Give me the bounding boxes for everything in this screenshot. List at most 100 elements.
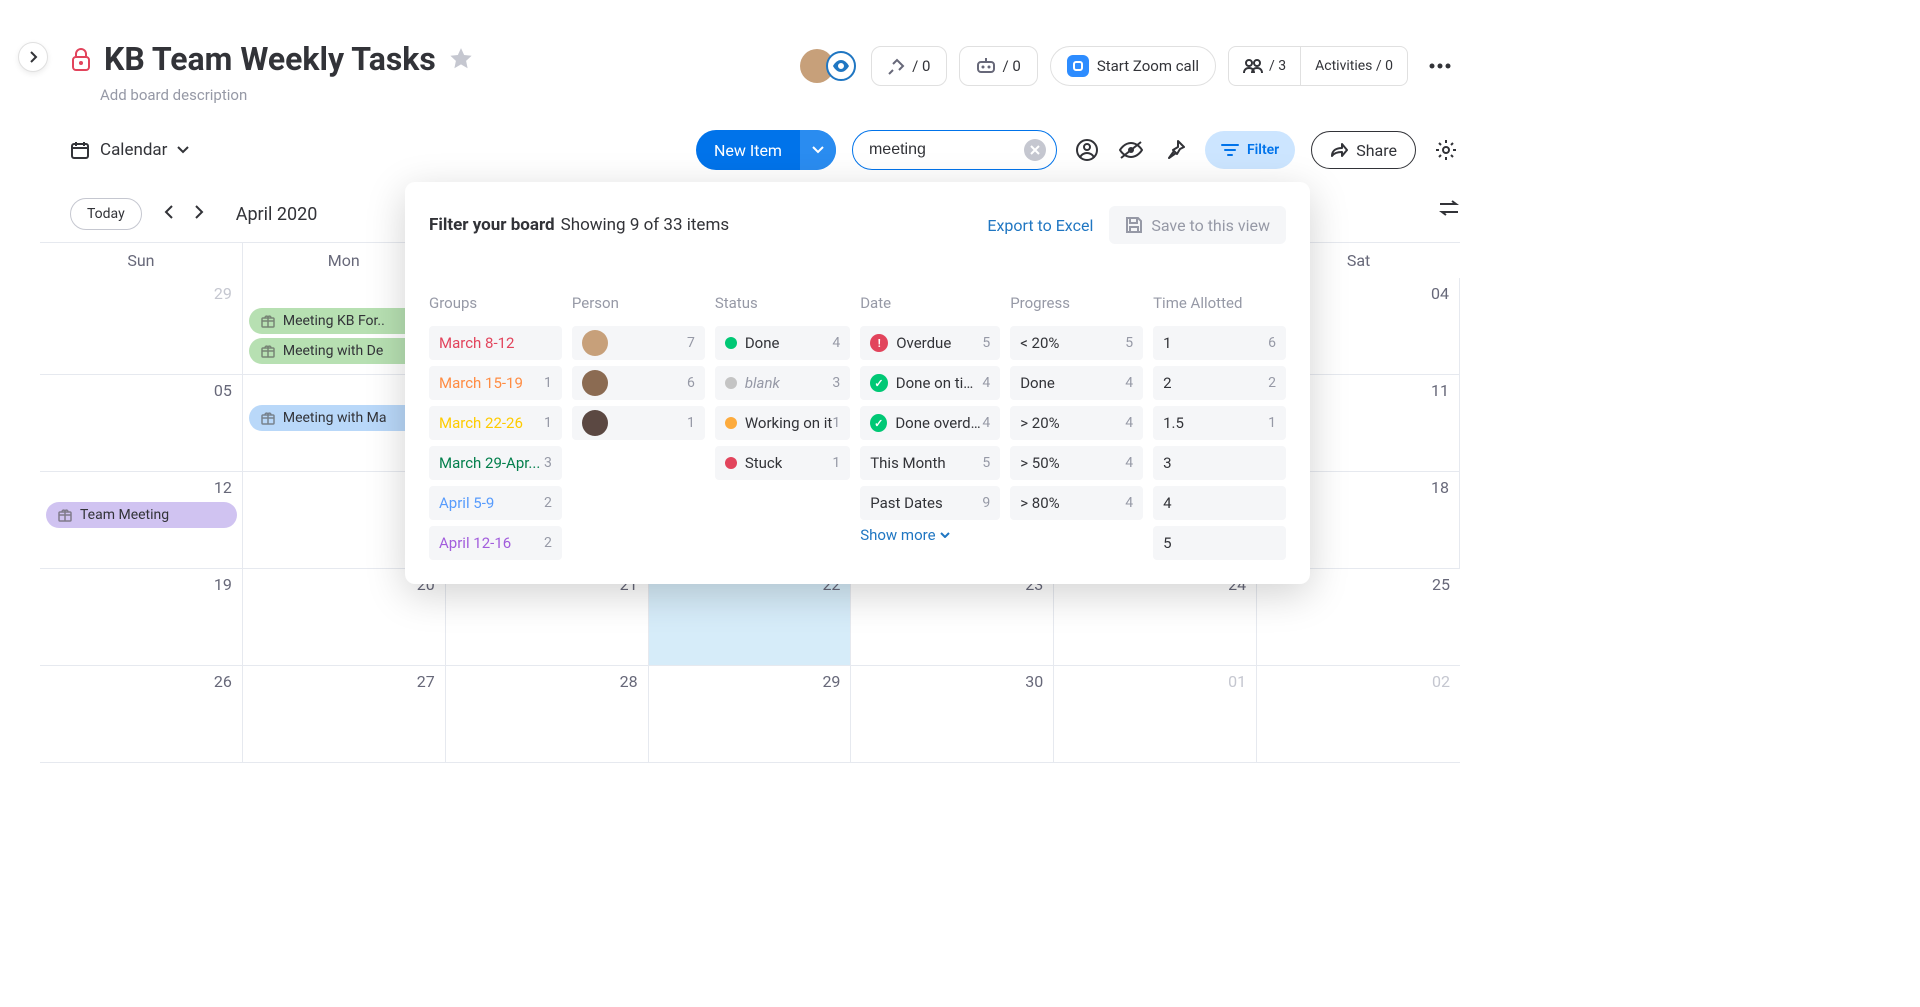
- new-item-dropdown[interactable]: [800, 130, 836, 170]
- calendar-cell[interactable]: 01: [1054, 666, 1257, 763]
- lock-icon: [70, 46, 92, 72]
- filter-icon: [1221, 143, 1239, 157]
- filter-column-person: Person 7 6 1: [572, 294, 705, 446]
- person-circle-icon: [1075, 138, 1099, 162]
- filter-chip[interactable]: ✓Done on time4: [860, 366, 1000, 400]
- filter-chip[interactable]: 16: [1153, 326, 1286, 360]
- calendar-event[interactable]: Team Meeting: [46, 502, 237, 528]
- calendar-cell[interactable]: 29: [40, 278, 243, 375]
- filter-chip[interactable]: April 12-162: [429, 526, 562, 560]
- event-label: Meeting KB For..: [283, 313, 385, 329]
- save-to-view-label: Save to this view: [1151, 216, 1270, 235]
- calendar-cell[interactable]: 05: [40, 375, 243, 472]
- status-dot-icon: [725, 417, 737, 429]
- calendar-cell[interactable]: 30: [851, 666, 1054, 763]
- star-icon[interactable]: [448, 46, 474, 72]
- filter-chip[interactable]: > 80%4: [1010, 486, 1143, 520]
- filter-chip[interactable]: March 29-Apr...3: [429, 446, 562, 480]
- expand-left-panel-button[interactable]: [18, 42, 48, 72]
- filter-column-header: Status: [715, 294, 850, 312]
- export-to-excel-button[interactable]: Export to Excel: [987, 216, 1093, 235]
- filter-chip[interactable]: 3: [1153, 446, 1286, 480]
- filter-chip[interactable]: Done4: [1010, 366, 1143, 400]
- new-item-button[interactable]: New Item: [696, 130, 836, 170]
- event-icon: [261, 314, 275, 328]
- filter-chip[interactable]: 6: [572, 366, 705, 400]
- calendar-cell[interactable]: 19: [40, 569, 243, 666]
- filter-chip[interactable]: ✓Done overdue4: [860, 406, 1000, 440]
- calendar-cell[interactable]: 02: [1257, 666, 1460, 763]
- search-field[interactable]: [852, 130, 1057, 170]
- filter-chip[interactable]: Done4: [715, 326, 850, 360]
- filter-chip[interactable]: < 20%5: [1010, 326, 1143, 360]
- event-label: Team Meeting: [80, 507, 169, 523]
- filter-chip[interactable]: March 22-261: [429, 406, 562, 440]
- filter-chip[interactable]: March 15-191: [429, 366, 562, 400]
- integrations-1-button[interactable]: / 0: [871, 46, 947, 86]
- filter-chip[interactable]: > 50%4: [1010, 446, 1143, 480]
- filter-chip[interactable]: April 5-92: [429, 486, 562, 520]
- next-month-button[interactable]: [194, 205, 204, 223]
- filter-chip[interactable]: 7: [572, 326, 705, 360]
- date-status-icon: ✓: [870, 414, 887, 432]
- filter-chip[interactable]: !Overdue5: [860, 326, 1000, 360]
- filter-chip[interactable]: 1.51: [1153, 406, 1286, 440]
- pin-button[interactable]: [1161, 136, 1189, 164]
- activities-button[interactable]: Activities / 0: [1300, 47, 1407, 85]
- filter-chip[interactable]: > 20%4: [1010, 406, 1143, 440]
- calendar-cell[interactable]: 28: [446, 666, 649, 763]
- calendar-cell[interactable]: 27: [243, 666, 446, 763]
- filter-chip[interactable]: Working on it1: [715, 406, 850, 440]
- person-filter-button[interactable]: [1073, 136, 1101, 164]
- calendar-cell[interactable]: 29: [649, 666, 852, 763]
- eye-off-icon: [1119, 140, 1143, 160]
- search-input[interactable]: [869, 141, 1016, 159]
- more-options-button[interactable]: [1420, 46, 1460, 86]
- board-description-placeholder[interactable]: Add board description: [100, 86, 474, 104]
- members-button[interactable]: / 3: [1229, 47, 1300, 85]
- share-button[interactable]: Share: [1311, 131, 1416, 169]
- calendar-sort-button[interactable]: [1438, 200, 1460, 220]
- filter-column-time-allotted: Time Allotted16221.51345: [1153, 294, 1286, 566]
- filter-chip[interactable]: This Month5: [860, 446, 1000, 480]
- day-number: 28: [620, 672, 638, 691]
- filter-chip[interactable]: 22: [1153, 366, 1286, 400]
- filter-chip[interactable]: 4: [1153, 486, 1286, 520]
- board-title[interactable]: KB Team Weekly Tasks: [104, 40, 436, 78]
- settings-button[interactable]: [1432, 136, 1460, 164]
- automations-button[interactable]: / 0: [959, 46, 1037, 86]
- swap-horizontal-icon: [1438, 200, 1460, 216]
- chevron-down-icon: [177, 146, 189, 154]
- day-number: 26: [214, 672, 232, 691]
- show-more-button[interactable]: Show more: [860, 526, 1000, 544]
- filter-chip[interactable]: Stuck1: [715, 446, 850, 480]
- today-button[interactable]: Today: [70, 198, 142, 230]
- chevron-right-icon: [194, 205, 204, 219]
- prev-month-button[interactable]: [164, 205, 174, 223]
- filter-column-header: Person: [572, 294, 705, 312]
- filter-chip[interactable]: March 8-12: [429, 326, 562, 360]
- filter-button[interactable]: Filter: [1205, 131, 1295, 169]
- hide-columns-button[interactable]: [1117, 136, 1145, 164]
- activities-label: Activities / 0: [1315, 58, 1393, 74]
- automations-count: / 0: [1002, 57, 1020, 75]
- chevron-left-icon: [164, 205, 174, 219]
- calendar-cell[interactable]: 26: [40, 666, 243, 763]
- filter-chip[interactable]: Past Dates9: [860, 486, 1000, 520]
- filter-chip[interactable]: 1: [572, 406, 705, 440]
- filter-chip[interactable]: 5: [1153, 526, 1286, 560]
- members-icon: [1243, 58, 1263, 74]
- board-owner-avatar[interactable]: [797, 46, 859, 86]
- ellipsis-icon: [1429, 63, 1451, 69]
- day-number: 29: [822, 672, 840, 691]
- view-switcher[interactable]: Calendar: [70, 140, 189, 160]
- avatar: [582, 330, 608, 356]
- day-number: 04: [1431, 284, 1449, 303]
- members-count: / 3: [1269, 58, 1286, 74]
- filter-chip[interactable]: blank3: [715, 366, 850, 400]
- share-label: Share: [1356, 141, 1397, 160]
- event-label: Meeting with De: [283, 343, 383, 359]
- clear-search-button[interactable]: [1024, 139, 1046, 161]
- filter-label: Filter: [1247, 142, 1279, 158]
- start-zoom-call-button[interactable]: Start Zoom call: [1050, 46, 1216, 86]
